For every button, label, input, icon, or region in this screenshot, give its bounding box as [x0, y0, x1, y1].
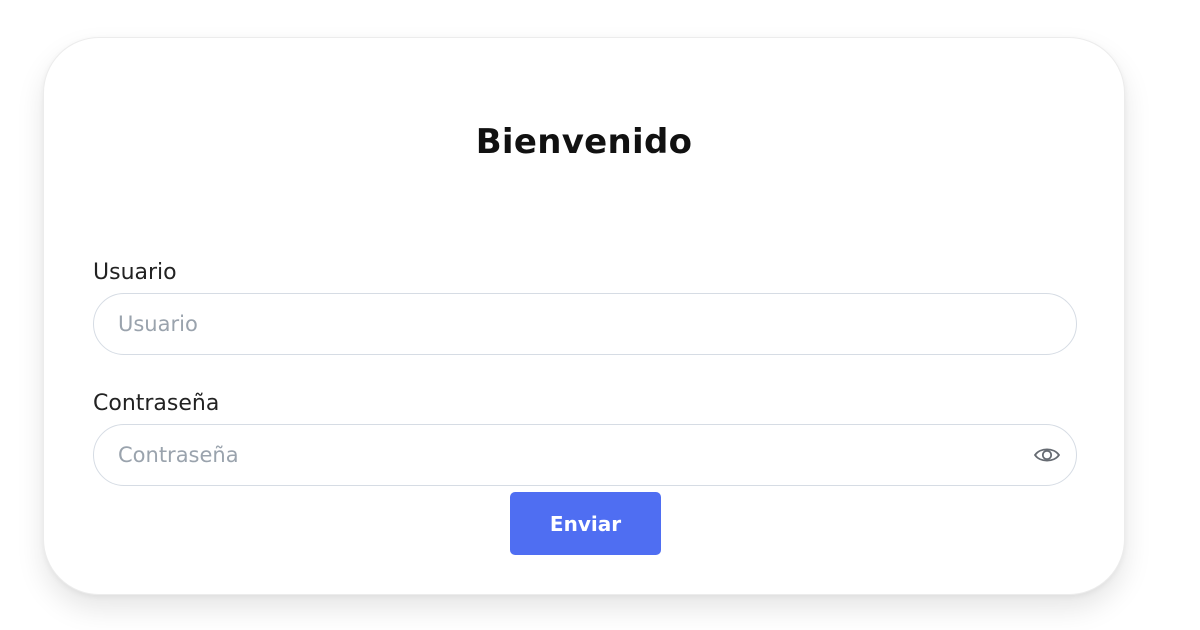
username-field-wrapper [93, 293, 1077, 355]
submit-button[interactable]: Enviar [510, 492, 661, 555]
password-label: Contraseña [93, 391, 220, 416]
eye-icon[interactable] [1032, 441, 1062, 469]
login-card: Bienvenido Usuario Contraseña Enviar [43, 37, 1125, 595]
page-title: Bienvenido [475, 122, 693, 162]
password-field-wrapper [93, 424, 1077, 486]
username-label: Usuario [93, 260, 177, 285]
password-input[interactable] [118, 425, 1018, 485]
username-input[interactable] [118, 294, 1018, 354]
